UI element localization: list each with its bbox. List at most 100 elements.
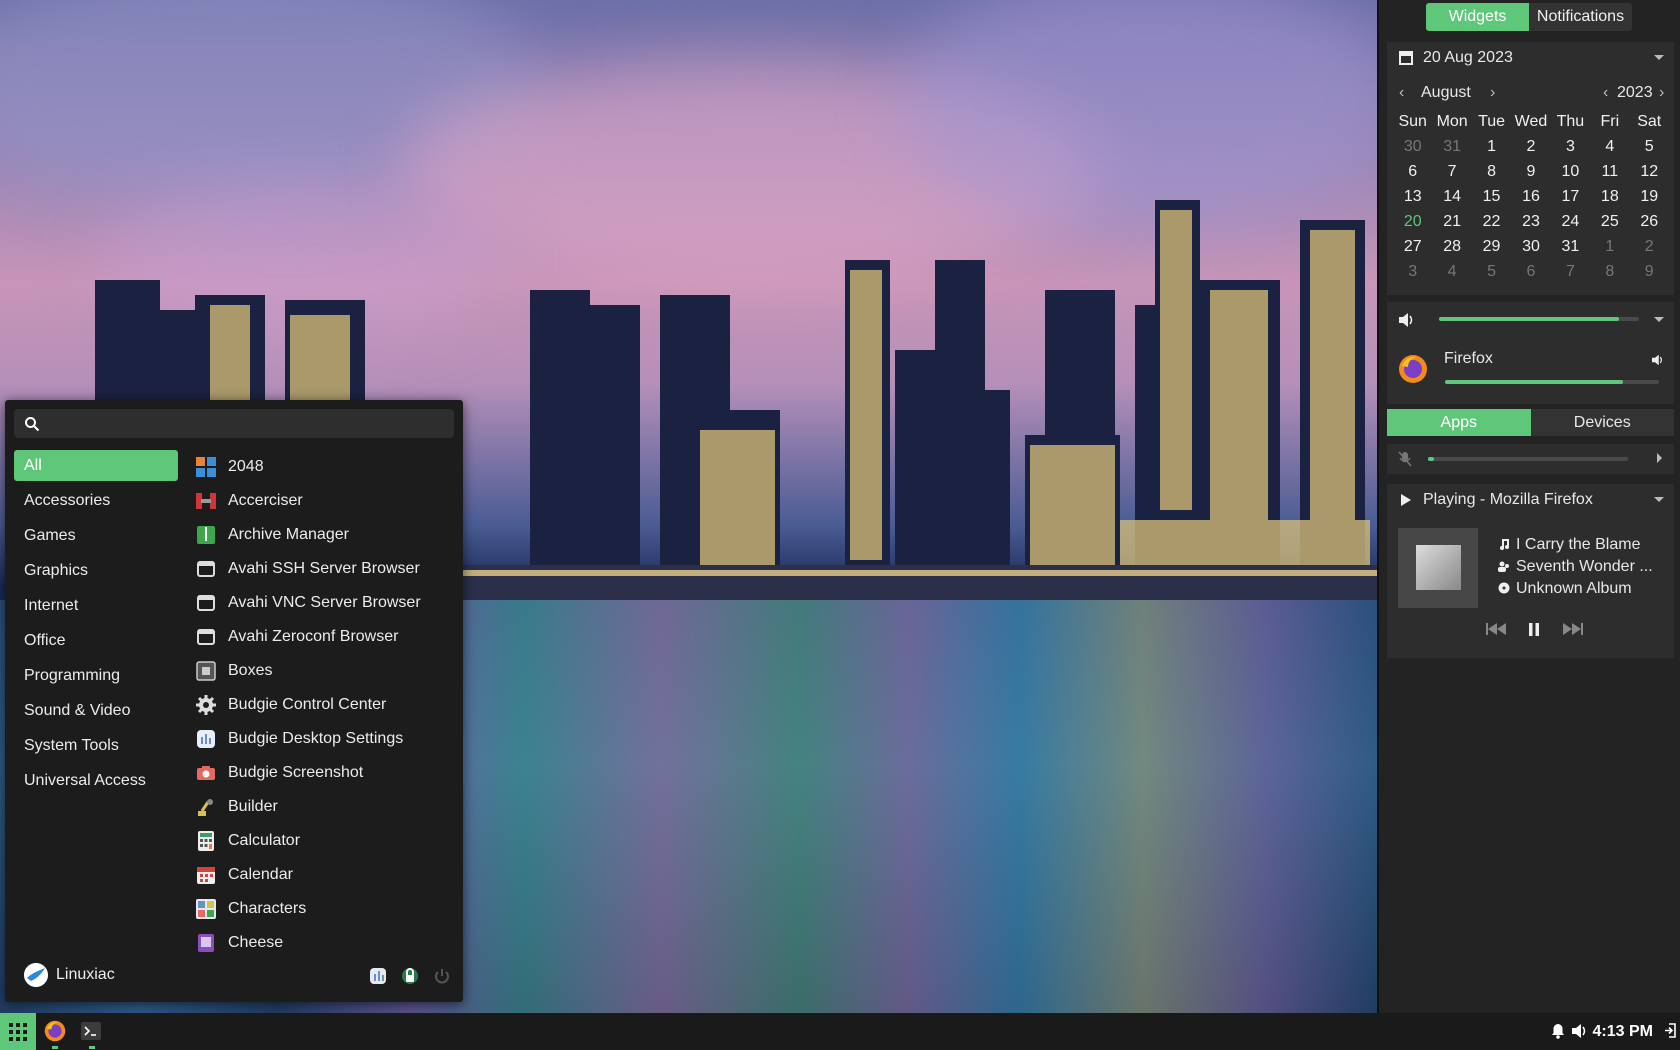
app-item-budgie-control-center[interactable]: Budgie Control Center	[195, 688, 455, 722]
notification-bell-icon[interactable]	[1551, 1023, 1565, 1039]
app-item-budgie-desktop-settings[interactable]: Budgie Desktop Settings	[195, 722, 455, 756]
volume-icon[interactable]	[1571, 1023, 1589, 1039]
menu-search-input[interactable]	[50, 413, 446, 434]
prev-month-button[interactable]: ‹	[1399, 84, 1404, 102]
category-programming[interactable]: Programming	[14, 660, 178, 695]
next-track-icon[interactable]	[1561, 622, 1583, 636]
app-menu-button[interactable]	[0, 1013, 36, 1050]
app-item-avahi-ssh[interactable]: Avahi SSH Server Browser	[195, 552, 455, 586]
category-games[interactable]: Games	[14, 520, 178, 555]
logout-icon[interactable]	[1664, 1023, 1676, 1038]
calendar-day[interactable]: 2	[1511, 135, 1550, 160]
calendar-day[interactable]: 3	[1551, 135, 1590, 160]
category-accessories[interactable]: Accessories	[14, 485, 178, 520]
app-item-characters[interactable]: Characters	[195, 892, 455, 926]
app-item-budgie-screenshot[interactable]: Budgie Screenshot	[195, 756, 455, 790]
calendar-day[interactable]: 31	[1432, 135, 1471, 160]
app-item-2048[interactable]: 2048	[195, 450, 455, 484]
app-item-avahi-vnc[interactable]: Avahi VNC Server Browser	[195, 586, 455, 620]
microphone-muted-icon[interactable]	[1398, 451, 1412, 467]
power-icon[interactable]	[433, 967, 451, 985]
firefox-icon[interactable]	[44, 1020, 66, 1042]
calendar-day[interactable]: 19	[1630, 185, 1669, 210]
pause-icon[interactable]	[1528, 623, 1540, 636]
calendar-header[interactable]: 20 Aug 2023	[1387, 42, 1674, 74]
prev-year-button[interactable]: ‹	[1603, 84, 1608, 102]
app-item-archive-manager[interactable]: Archive Manager	[195, 518, 455, 552]
category-system-tools[interactable]: System Tools	[14, 730, 178, 765]
app-item-calculator[interactable]: Calculator	[195, 824, 455, 858]
app-item-boxes[interactable]: Boxes	[195, 654, 455, 688]
app-item-builder[interactable]: Builder	[195, 790, 455, 824]
calendar-day[interactable]: 28	[1432, 235, 1471, 260]
calendar-day[interactable]: 27	[1393, 235, 1432, 260]
calendar-day[interactable]: 5	[1630, 135, 1669, 160]
calendar-day[interactable]: 11	[1590, 160, 1629, 185]
calendar-day[interactable]: 9	[1630, 260, 1669, 285]
tab-apps[interactable]: Apps	[1387, 409, 1531, 436]
terminal-icon[interactable]	[81, 1022, 101, 1040]
lock-screen-icon[interactable]	[401, 967, 419, 985]
app-volume-icon[interactable]	[1651, 354, 1665, 366]
tab-widgets[interactable]: Widgets	[1426, 3, 1529, 31]
calendar-day[interactable]: 5	[1472, 260, 1511, 285]
app-item-cheese[interactable]: Cheese	[195, 926, 455, 960]
volume-icon[interactable]	[1398, 312, 1416, 328]
calendar-day[interactable]: 8	[1590, 260, 1629, 285]
calendar-day[interactable]: 9	[1511, 160, 1550, 185]
chevron-right-icon[interactable]	[1657, 453, 1662, 463]
calendar-day[interactable]: 12	[1630, 160, 1669, 185]
calendar-day[interactable]: 4	[1590, 135, 1629, 160]
app-item-calendar[interactable]: Calendar	[195, 858, 455, 892]
calendar-day[interactable]: 16	[1511, 185, 1550, 210]
chevron-down-icon[interactable]	[1654, 317, 1664, 322]
tab-devices[interactable]: Devices	[1530, 409, 1674, 436]
next-year-button[interactable]: ›	[1659, 84, 1664, 102]
calendar-day[interactable]: 26	[1630, 210, 1669, 235]
calendar-day[interactable]: 4	[1432, 260, 1471, 285]
calendar-day[interactable]: 24	[1551, 210, 1590, 235]
calendar-day[interactable]: 14	[1432, 185, 1471, 210]
previous-track-icon[interactable]	[1486, 622, 1508, 636]
calendar-day[interactable]: 1	[1590, 235, 1629, 260]
master-volume-slider[interactable]	[1439, 317, 1639, 321]
calendar-day[interactable]: 23	[1511, 210, 1550, 235]
app-item-accerciser[interactable]: Accerciser	[195, 484, 455, 518]
category-internet[interactable]: Internet	[14, 590, 178, 625]
calendar-day[interactable]: 1	[1472, 135, 1511, 160]
category-all[interactable]: All	[14, 450, 178, 481]
microphone-volume-slider[interactable]	[1428, 457, 1628, 461]
settings-shortcut-icon[interactable]	[369, 967, 387, 985]
category-sound-video[interactable]: Sound & Video	[14, 695, 178, 730]
calendar-day-today[interactable]: 20	[1393, 210, 1432, 235]
calendar-day[interactable]: 6	[1511, 260, 1550, 285]
calendar-day[interactable]: 17	[1551, 185, 1590, 210]
calendar-day[interactable]: 3	[1393, 260, 1432, 285]
calendar-day[interactable]: 7	[1432, 160, 1471, 185]
calendar-day[interactable]: 10	[1551, 160, 1590, 185]
avatar[interactable]	[24, 963, 48, 987]
calendar-day[interactable]: 8	[1472, 160, 1511, 185]
calendar-day[interactable]: 7	[1551, 260, 1590, 285]
chevron-down-icon[interactable]	[1654, 497, 1664, 502]
category-graphics[interactable]: Graphics	[14, 555, 178, 590]
menu-search-box[interactable]	[14, 409, 454, 438]
calendar-day[interactable]: 15	[1472, 185, 1511, 210]
calendar-day[interactable]: 25	[1590, 210, 1629, 235]
calendar-day[interactable]: 18	[1590, 185, 1629, 210]
calendar-day[interactable]: 29	[1472, 235, 1511, 260]
media-header[interactable]: Playing - Mozilla Firefox	[1387, 484, 1674, 516]
chevron-down-icon[interactable]	[1654, 55, 1664, 60]
app-item-avahi-zeroconf[interactable]: Avahi Zeroconf Browser	[195, 620, 455, 654]
next-month-button[interactable]: ›	[1490, 84, 1495, 102]
category-office[interactable]: Office	[14, 625, 178, 660]
calendar-day[interactable]: 30	[1511, 235, 1550, 260]
app-volume-slider[interactable]	[1445, 380, 1659, 384]
calendar-day[interactable]: 13	[1393, 185, 1432, 210]
calendar-day[interactable]: 21	[1432, 210, 1471, 235]
calendar-day[interactable]: 22	[1472, 210, 1511, 235]
category-universal-access[interactable]: Universal Access	[14, 765, 178, 800]
calendar-day[interactable]: 2	[1630, 235, 1669, 260]
clock[interactable]: 4:13 PM	[1593, 1023, 1653, 1041]
calendar-day[interactable]: 30	[1393, 135, 1432, 160]
